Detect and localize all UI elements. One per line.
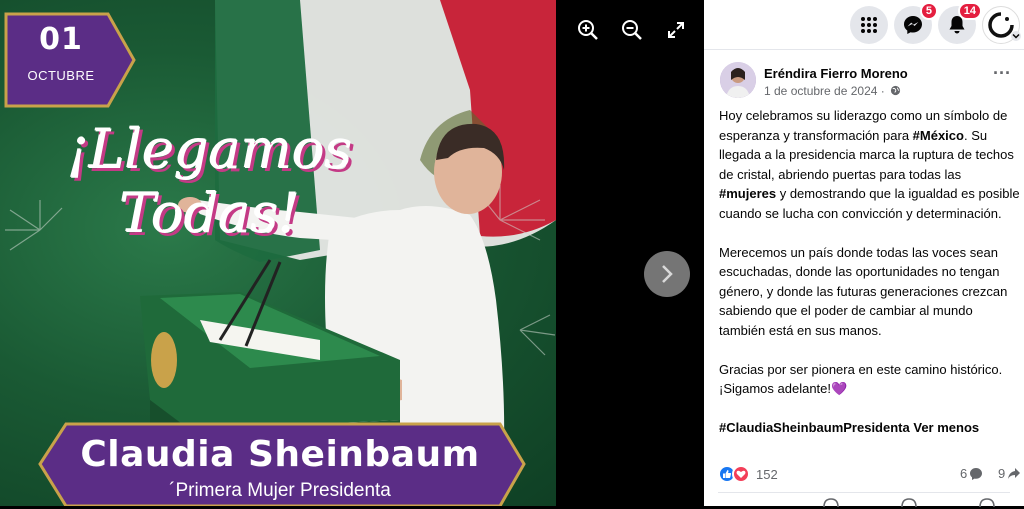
next-photo-button[interactable]	[644, 251, 690, 297]
photo-subtitle: ´Primera Mujer Presidenta	[169, 480, 391, 501]
more-options-button[interactable]: ···	[990, 64, 1014, 86]
messenger-button[interactable]: 5	[894, 2, 938, 44]
notifications-badge: 14	[957, 2, 982, 20]
messenger-badge: 5	[919, 2, 938, 20]
hashtag-link[interactable]: #ClaudiaSheinbaumPresidenta	[719, 420, 910, 435]
chevron-down-icon	[1011, 31, 1021, 41]
comments-count-value: 6	[960, 466, 968, 481]
actions-divider	[718, 492, 1010, 493]
post-paragraph-2: Merecemos un país donde todas las voces …	[719, 244, 1008, 338]
share-icon	[1008, 467, 1021, 479]
post-paragraph-4: #ClaudiaSheinbaumPresidenta Ver menos	[719, 418, 1021, 438]
messenger-icon	[904, 16, 922, 34]
reactions-summary[interactable]: 152	[718, 464, 778, 484]
menu-button[interactable]	[850, 6, 888, 44]
share-action-icon[interactable]	[900, 497, 918, 509]
comment-icon	[970, 467, 983, 480]
date-month: OCTUBRE	[27, 68, 95, 83]
photo-viewer: 01 OCTUBRE ¡Llegamos Todas! Claudia Shei…	[0, 0, 704, 506]
post-header: Eréndira Fierro Moreno 1 de octubre de 2…	[720, 62, 1016, 102]
post-date[interactable]: 1 de octubre de 2024 ·	[764, 84, 901, 98]
top-bar: 5 14	[704, 0, 1024, 50]
account-avatar[interactable]	[982, 6, 1021, 44]
shares-count-value: 9	[998, 466, 1006, 481]
photo-name: Claudia Sheinbaum	[80, 434, 480, 475]
fullscreen-icon[interactable]	[662, 16, 690, 44]
post-panel: 5 14 Eréndira Fierro Moreno 1 de octubre…	[704, 0, 1024, 509]
post-paragraph-3: Gracias por ser pionera en este camino h…	[719, 361, 1003, 397]
zoom-in-icon[interactable]	[574, 16, 602, 44]
date-day: 01	[39, 22, 83, 57]
notifications-button[interactable]: 14	[938, 2, 982, 44]
see-less-link[interactable]: Ver menos	[913, 420, 979, 435]
comment-action-icon[interactable]	[822, 497, 840, 509]
photo-headline: ¡Llegamos Todas!	[67, 118, 353, 245]
comments-count[interactable]: 6	[960, 466, 983, 481]
post-date-text[interactable]: 1 de octubre de 2024 ·	[764, 84, 885, 98]
send-action-icon[interactable]	[978, 497, 996, 509]
post-paragraph-1: Hoy celebramos su liderazgo como un símb…	[719, 106, 1021, 223]
author-name[interactable]: Eréndira Fierro Moreno	[764, 66, 908, 81]
post-photo: 01 OCTUBRE ¡Llegamos Todas! Claudia Shei…	[0, 0, 556, 506]
author-avatar[interactable]	[720, 62, 756, 98]
reactions-count: 152	[756, 466, 778, 482]
post-text: Hoy celebramos su liderazgo como un símb…	[719, 106, 1021, 457]
grid-menu-icon	[861, 17, 877, 33]
hashtag-link[interactable]: #México	[913, 128, 964, 143]
zoom-out-icon[interactable]	[618, 16, 646, 44]
shares-count[interactable]: 9	[998, 466, 1021, 481]
hashtag-link[interactable]: #mujeres	[719, 186, 776, 201]
love-reaction-icon	[732, 465, 750, 483]
globe-icon	[891, 85, 901, 96]
next-arrow-icon	[662, 265, 673, 283]
